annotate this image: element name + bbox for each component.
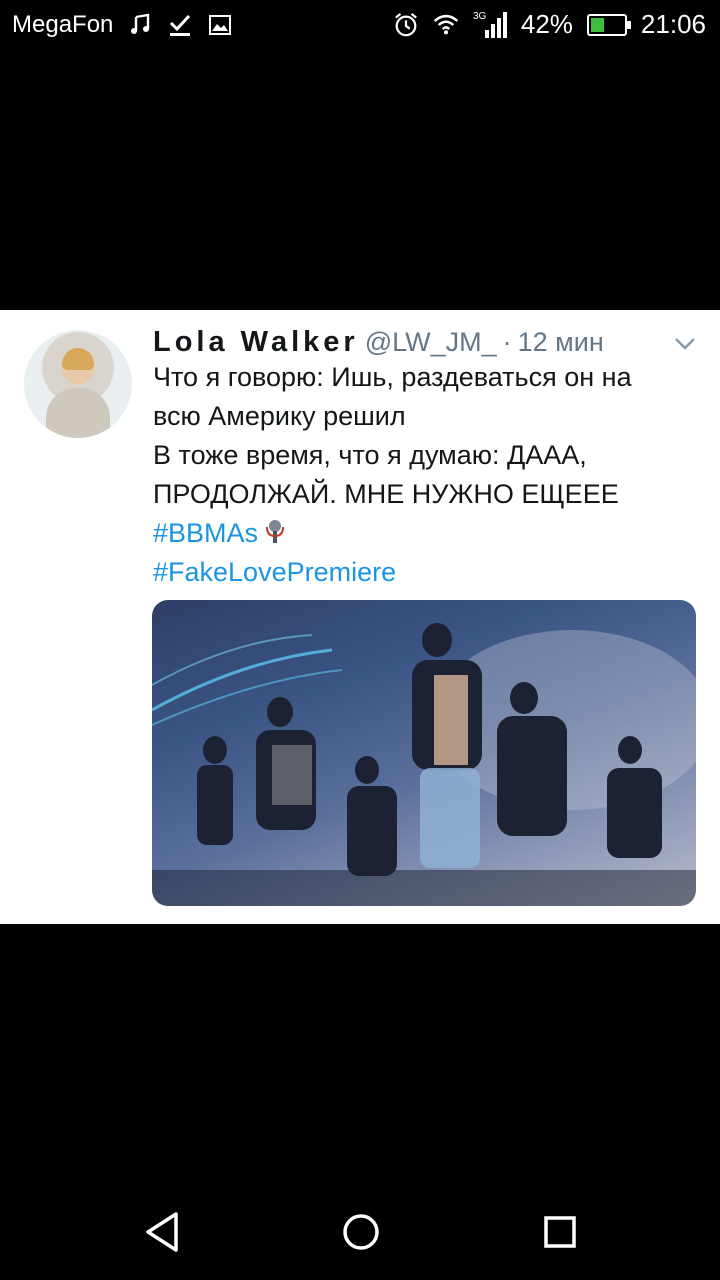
tweet-line: ПРОДОЛЖАЙ. МНЕ НУЖНО ЕЩЕЕЕ <box>153 479 619 509</box>
status-bar: MegaFon 3G 42% 21:06 <box>0 0 720 50</box>
tweet-text: Что я говорю: Ишь, раздеваться он на всю… <box>153 358 698 592</box>
tweet-photo[interactable] <box>152 600 696 906</box>
author-handle[interactable]: @LW_JM_ <box>365 327 497 358</box>
clock: 21:06 <box>640 9 706 39</box>
recents-icon[interactable] <box>538 1210 582 1254</box>
separator: · <box>502 326 512 357</box>
hashtag-bbmas[interactable]: #BBMAs <box>153 518 258 548</box>
home-icon[interactable] <box>339 1210 383 1254</box>
chevron-down-icon[interactable] <box>672 330 698 356</box>
performance-photo <box>152 623 696 906</box>
download-done-icon <box>167 12 193 38</box>
tweet-card[interactable]: Lola Walker @LW_JM_ · 12 мин Что я говор… <box>0 310 720 924</box>
microphone-emoji-icon <box>262 518 288 546</box>
alarm-icon <box>393 12 419 38</box>
navigation-bar <box>0 1180 720 1280</box>
author-name[interactable]: Lola Walker <box>153 326 359 359</box>
battery-level <box>590 17 605 32</box>
tweet-line: всю Америку решил <box>153 401 406 431</box>
carrier-name: MegaFon <box>12 11 114 38</box>
avatar[interactable] <box>24 330 132 438</box>
signal-icon: 3G <box>473 11 507 38</box>
hashtag-fakelovepremiere[interactable]: #FakeLovePremiere <box>153 557 396 587</box>
wifi-icon <box>433 12 459 38</box>
tweet-line: В тоже время, что я думаю: ДААА, <box>153 440 587 470</box>
battery-percent: 42% <box>520 9 573 39</box>
tweet-time: 12 мин <box>517 326 604 357</box>
image-icon <box>207 12 233 38</box>
tweet-line: Что я говорю: Ишь, раздеваться он на <box>153 362 632 392</box>
music-icon <box>127 12 153 38</box>
back-icon[interactable] <box>140 1210 184 1254</box>
battery-charging-icon <box>586 13 631 36</box>
network-type: 3G <box>473 11 487 22</box>
